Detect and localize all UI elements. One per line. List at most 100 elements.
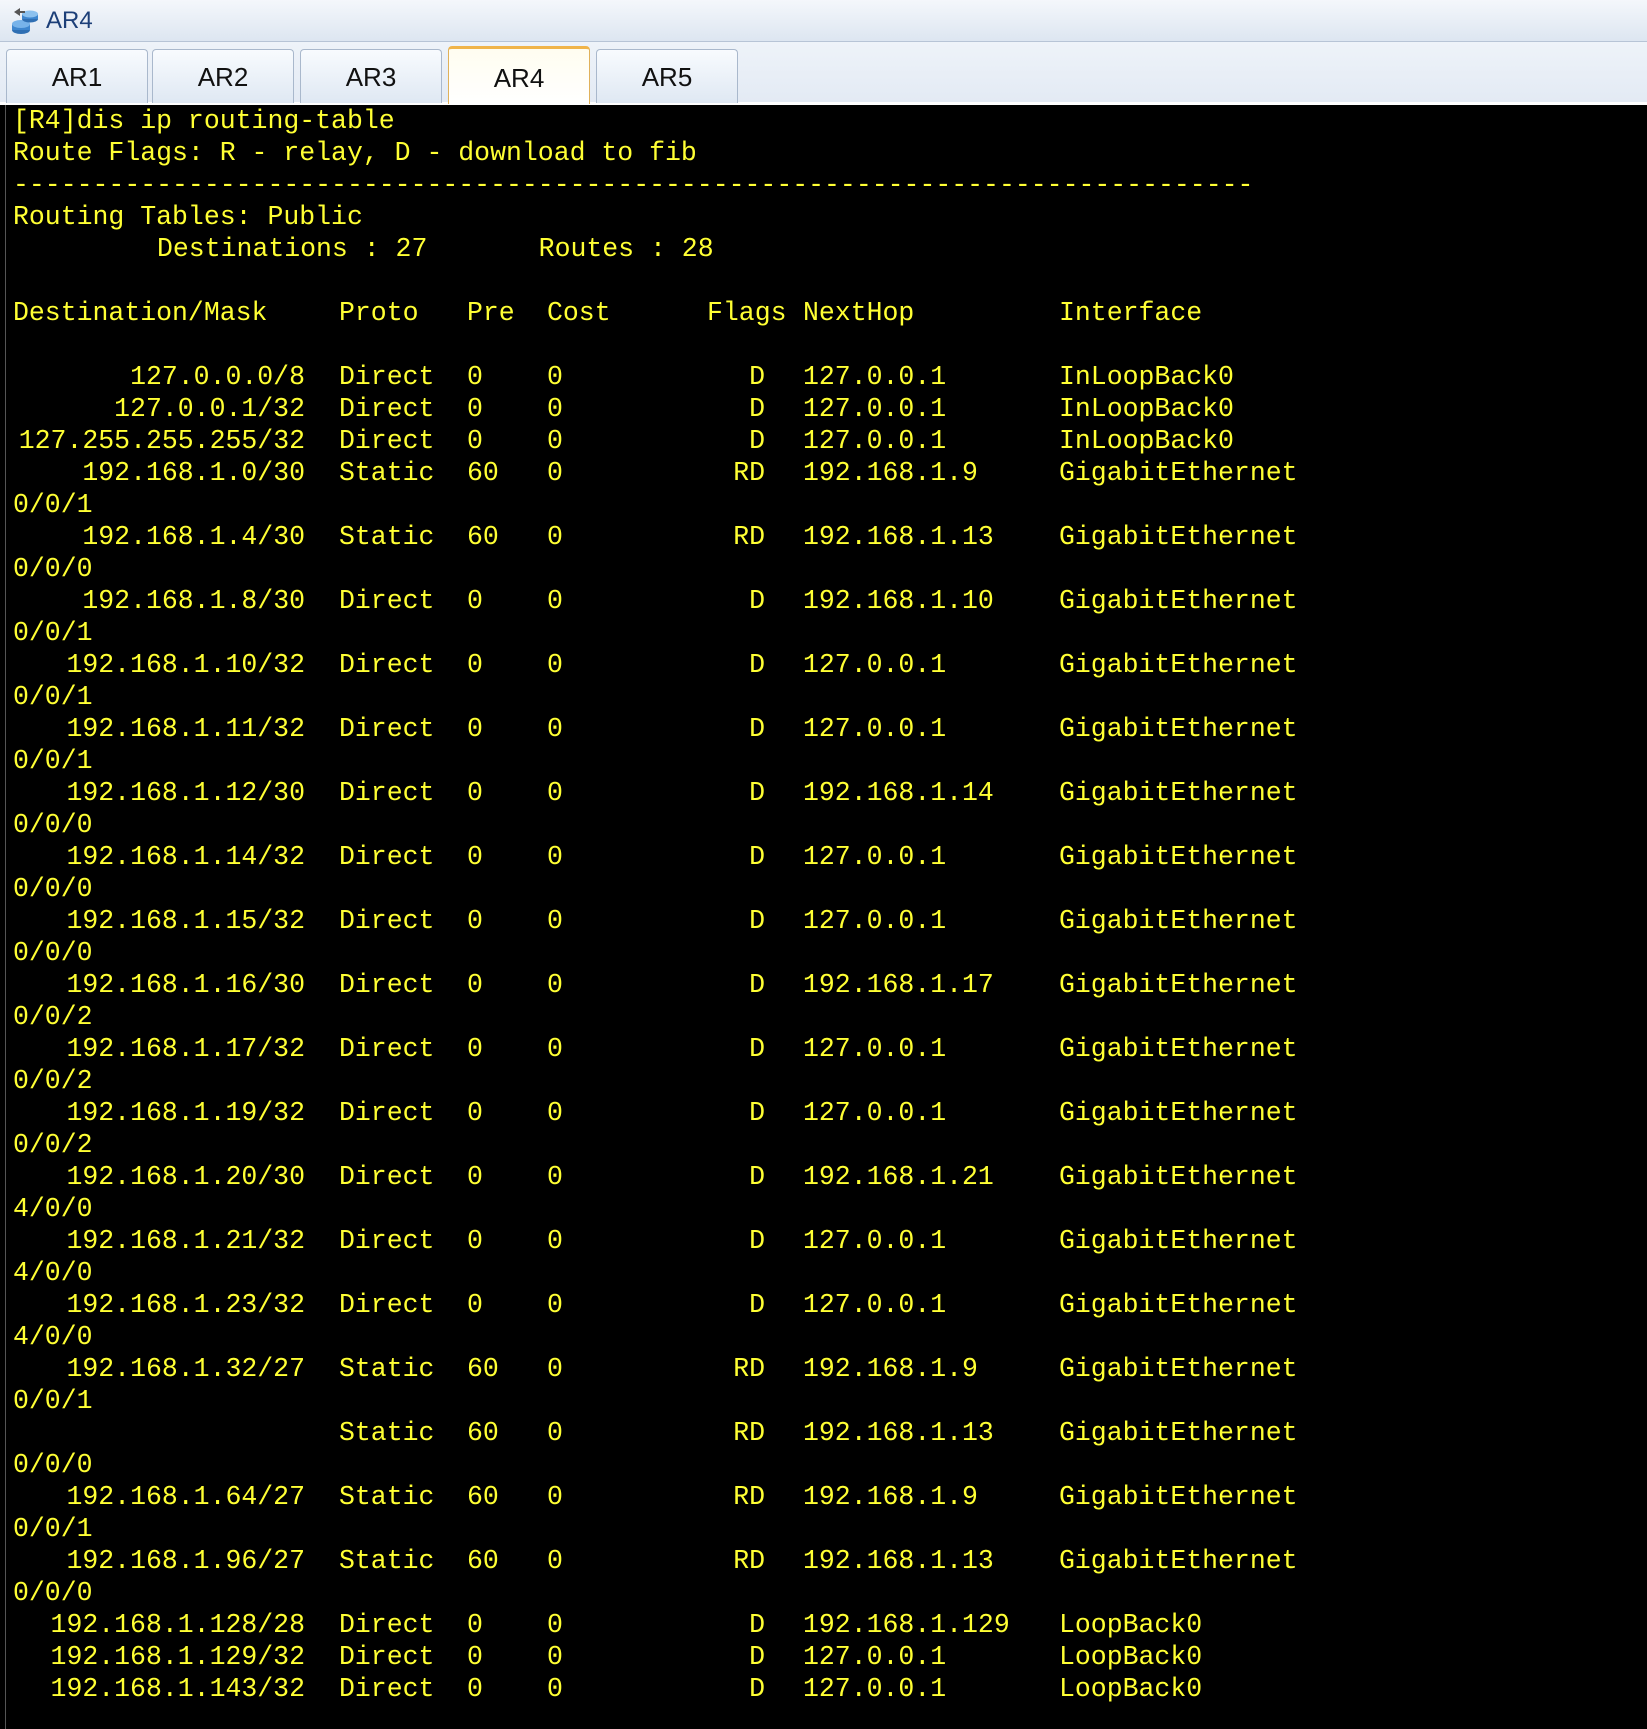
route-destination: 127.0.0.0/8 — [130, 362, 305, 392]
tab-ar2[interactable]: AR2 — [152, 49, 294, 103]
route-nexthop: 192.168.1.9 — [803, 1482, 978, 1512]
separator-line: ----------------------------------------… — [13, 170, 1254, 200]
table-row: 127.0.0.1/32 Direct 0 0 D 127.0.0.1 InLoopBack… — [13, 393, 1413, 425]
header-nexthop: NextHop — [803, 298, 915, 328]
route-destination: 192.168.1.16/30 — [66, 970, 305, 1000]
table-row: 192.168.1.64/27 Static 60 0 RD 192.168.1.9 Gig… — [13, 1481, 1413, 1513]
route-pre: 60 — [467, 1354, 499, 1384]
table-row: 192.168.1.32/27 Static 60 0 RD 192.168.1.9 Gig… — [13, 1353, 1413, 1385]
route-proto: Direct — [339, 650, 435, 680]
route-interface: GigabitEthernet — [1059, 586, 1298, 616]
route-nexthop: 127.0.0.1 — [803, 362, 947, 392]
table-header: Destination/Mask Proto Pre Cost Flags Ne… — [13, 297, 1413, 329]
window-title: AR4 — [46, 7, 93, 34]
tab-ar4[interactable]: AR4 — [448, 46, 590, 104]
route-interface: LoopBack0 — [1059, 1610, 1203, 1640]
route-proto: Direct — [339, 586, 435, 616]
table-row: 192.168.1.19/32 Direct 0 0 D 127.0.0.1 Gigabit… — [13, 1097, 1413, 1129]
header-interface: Interface — [1059, 298, 1203, 328]
route-nexthop: 192.168.1.9 — [803, 1354, 978, 1384]
route-cost: 0 — [547, 778, 563, 808]
route-cost: 0 — [547, 650, 563, 680]
route-proto: Direct — [339, 1034, 435, 1064]
route-destination: 192.168.1.11/32 — [66, 714, 305, 744]
route-interface-continuation: 0/0/2 — [13, 1002, 93, 1032]
route-destination: 192.168.1.0/30 — [82, 458, 305, 488]
route-destination: 192.168.1.128/28 — [50, 1610, 305, 1640]
route-pre: 0 — [467, 1226, 483, 1256]
route-interface: GigabitEthernet — [1059, 458, 1298, 488]
route-pre: 0 — [467, 362, 483, 392]
route-destination — [13, 1417, 305, 1449]
route-flags: D — [749, 1674, 765, 1704]
route-interface: GigabitEthernet — [1059, 970, 1298, 1000]
route-cost: 0 — [547, 1546, 563, 1576]
route-flags: D — [749, 1610, 765, 1640]
route-nexthop: 127.0.0.1 — [803, 1674, 947, 1704]
route-cost: 0 — [547, 714, 563, 744]
route-proto: Direct — [339, 1674, 435, 1704]
command-line: [R4]dis ip routing-table — [13, 106, 395, 136]
route-nexthop: 192.168.1.14 — [803, 778, 994, 808]
route-destination: 192.168.1.20/30 — [66, 1162, 305, 1192]
route-interface-continuation: 0/0/0 — [13, 1578, 93, 1608]
route-interface-continuation: 0/0/2 — [13, 1130, 93, 1160]
route-flags: D — [749, 586, 765, 616]
route-destination: 192.168.1.12/30 — [66, 778, 305, 808]
route-interface: LoopBack0 — [1059, 1674, 1203, 1704]
route-proto: Static — [339, 1482, 435, 1512]
table-row: 192.168.1.0/30 Static 60 0 RD 192.168.1.9 Giga… — [13, 457, 1413, 489]
tab-ar3[interactable]: AR3 — [300, 49, 442, 103]
tab-ar1[interactable]: AR1 — [6, 49, 148, 103]
route-cost: 0 — [547, 426, 563, 456]
route-destination: 192.168.1.17/32 — [66, 1034, 305, 1064]
console-output[interactable]: [R4]dis ip routing-table Route Flags: R … — [5, 105, 1647, 1729]
route-cost: 0 — [547, 1098, 563, 1128]
route-interface: GigabitEthernet — [1059, 1226, 1298, 1256]
route-nexthop: 192.168.1.17 — [803, 970, 994, 1000]
table-row: 192.168.1.96/27 Static 60 0 RD 192.168.1.13 Gi… — [13, 1545, 1413, 1577]
route-cost: 0 — [547, 522, 563, 552]
route-nexthop: 192.168.1.13 — [803, 1418, 994, 1448]
route-nexthop: 192.168.1.21 — [803, 1162, 994, 1192]
header-proto: Proto — [339, 298, 419, 328]
tab-ar5[interactable]: AR5 — [596, 49, 738, 103]
route-flags: D — [749, 906, 765, 936]
route-interface: GigabitEthernet — [1059, 522, 1298, 552]
route-flags: D — [749, 362, 765, 392]
route-interface-continuation: 0/0/1 — [13, 618, 93, 648]
route-pre: 0 — [467, 394, 483, 424]
route-proto: Static — [339, 1354, 435, 1384]
route-nexthop: 127.0.0.1 — [803, 426, 947, 456]
route-proto: Direct — [339, 970, 435, 1000]
route-cost: 0 — [547, 906, 563, 936]
table-row: 192.168.1.143/32 Direct 0 0 D 127.0.0.1 LoopBa… — [13, 1673, 1413, 1705]
table-row: 192.168.1.15/32 Direct 0 0 D 127.0.0.1 Gigabit… — [13, 905, 1413, 937]
route-interface-continuation: 0/0/0 — [13, 810, 93, 840]
route-proto: Direct — [339, 778, 435, 808]
route-destination: 127.255.255.255/32 — [18, 426, 305, 456]
route-proto: Static — [339, 522, 435, 552]
route-interface: GigabitEthernet — [1059, 842, 1298, 872]
routing-summary: Destinations : 27 Routes : 28 — [157, 234, 714, 264]
route-pre: 60 — [467, 458, 499, 488]
route-destination: 127.0.0.1/32 — [114, 394, 305, 424]
route-interface: GigabitEthernet — [1059, 906, 1298, 936]
table-row: 192.168.1.14/32 Direct 0 0 D 127.0.0.1 Gigabit… — [13, 841, 1413, 873]
table-row: Static 60 0 RD 192.168.1.13 GigabitEthernet — [13, 1417, 1413, 1449]
route-flags: D — [749, 970, 765, 1000]
route-flags: D — [749, 1226, 765, 1256]
route-interface-continuation: 4/0/0 — [13, 1322, 93, 1352]
route-interface: GigabitEthernet — [1059, 1162, 1298, 1192]
route-proto: Static — [339, 1418, 435, 1448]
route-flags: RD — [733, 1354, 765, 1384]
route-cost: 0 — [547, 970, 563, 1000]
route-flags: RD — [733, 522, 765, 552]
route-cost: 0 — [547, 1418, 563, 1448]
route-nexthop: 127.0.0.1 — [803, 1226, 947, 1256]
route-flags: RD — [733, 1482, 765, 1512]
route-proto: Direct — [339, 1642, 435, 1672]
route-nexthop: 127.0.0.1 — [803, 1034, 947, 1064]
header-flags: Flags — [707, 298, 787, 328]
route-flags: D — [749, 394, 765, 424]
